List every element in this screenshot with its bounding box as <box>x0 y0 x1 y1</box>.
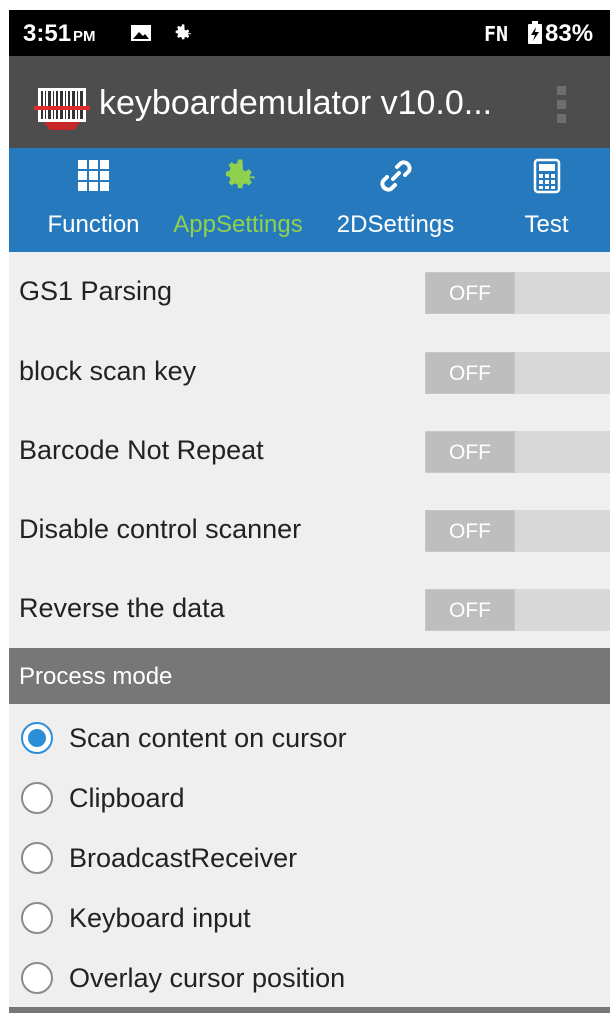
radio-overlay-cursor-position[interactable]: Overlay cursor position <box>9 948 610 1008</box>
gear-icon <box>225 159 255 189</box>
setting-label: block scan key <box>19 356 197 386</box>
barcode-not-repeat-toggle[interactable]: OFF <box>425 431 610 473</box>
calculator-icon <box>533 158 560 194</box>
phone-screen: 3:51 PM FN 83% keyboardemulator v10.0...… <box>9 10 610 1013</box>
radio-broadcastreceiver[interactable]: BroadcastReceiver <box>9 828 610 888</box>
setting-reverse-the-data: Reverse the data OFF <box>9 569 610 649</box>
tab-label: AppSettings <box>173 211 303 238</box>
toggle-state: OFF <box>425 272 515 314</box>
setting-gs1-parsing: GS1 Parsing OFF <box>9 252 610 332</box>
radio-button[interactable] <box>21 902 53 934</box>
radio-label: Scan content on cursor <box>69 723 347 753</box>
app-bar: keyboardemulator v10.0... <box>9 56 610 148</box>
tab-label: Test <box>524 211 569 238</box>
setting-label: Reverse the data <box>19 593 225 623</box>
tab-function[interactable]: Function <box>21 148 166 252</box>
block-scan-key-toggle[interactable]: OFF <box>425 352 610 394</box>
link-icon <box>379 160 412 192</box>
battery-percent: 83% <box>545 20 594 47</box>
overflow-menu-icon[interactable] <box>554 86 568 128</box>
tab-label: Function <box>47 211 140 238</box>
toggle-state: OFF <box>425 431 515 473</box>
time-text: 3:51 <box>23 20 72 47</box>
radio-label: BroadcastReceiver <box>69 843 298 873</box>
toggle-state: OFF <box>425 510 515 552</box>
radio-button[interactable] <box>21 962 53 994</box>
radio-keyboard-input[interactable]: Keyboard input <box>9 888 610 948</box>
battery-charging-icon <box>528 21 542 44</box>
settings-notification-icon <box>175 24 191 40</box>
tab-test[interactable]: Test <box>489 148 604 252</box>
app-title: keyboardemulator v10.0... <box>99 84 493 122</box>
status-time: 3:51 PM <box>23 20 96 48</box>
section-title: Process mode <box>19 663 173 690</box>
image-notification-icon <box>131 25 151 41</box>
setting-barcode-not-repeat: Barcode Not Repeat OFF <box>9 411 610 491</box>
tab-appsettings[interactable]: AppSettings <box>163 148 313 252</box>
tab-label: 2DSettings <box>336 211 455 238</box>
fn-indicator: FN <box>484 22 509 46</box>
reverse-the-data-toggle[interactable]: OFF <box>425 589 610 631</box>
tab-bar: Function AppSettings 2DSettings Test <box>9 148 610 252</box>
bottom-divider <box>9 1007 610 1013</box>
disable-control-scanner-toggle[interactable]: OFF <box>425 510 610 552</box>
status-bar: 3:51 PM FN 83% <box>9 10 610 56</box>
radio-clipboard[interactable]: Clipboard <box>9 768 610 828</box>
radio-label: Overlay cursor position <box>69 963 346 993</box>
setting-label: GS1 Parsing <box>19 276 173 306</box>
ampm-text: PM <box>73 28 96 45</box>
process-mode-header: Process mode <box>9 648 610 704</box>
radio-button[interactable] <box>21 842 53 874</box>
toggle-state: OFF <box>425 352 515 394</box>
toggle-state: OFF <box>425 589 515 631</box>
radio-label: Keyboard input <box>69 903 251 933</box>
grid-icon <box>77 160 109 191</box>
radio-scan-content-on-cursor[interactable]: Scan content on cursor <box>9 708 610 768</box>
setting-disable-control-scanner: Disable control scanner OFF <box>9 490 610 570</box>
setting-label: Barcode Not Repeat <box>19 435 264 465</box>
gs1-parsing-toggle[interactable]: OFF <box>425 272 610 314</box>
radio-label: Clipboard <box>69 783 185 813</box>
tab-2dsettings[interactable]: 2DSettings <box>323 148 468 252</box>
radio-button-checked[interactable] <box>21 722 53 754</box>
setting-block-scan-key: block scan key OFF <box>9 332 610 412</box>
radio-button[interactable] <box>21 782 53 814</box>
setting-label: Disable control scanner <box>19 514 302 544</box>
barcode-logo-icon <box>34 88 90 130</box>
